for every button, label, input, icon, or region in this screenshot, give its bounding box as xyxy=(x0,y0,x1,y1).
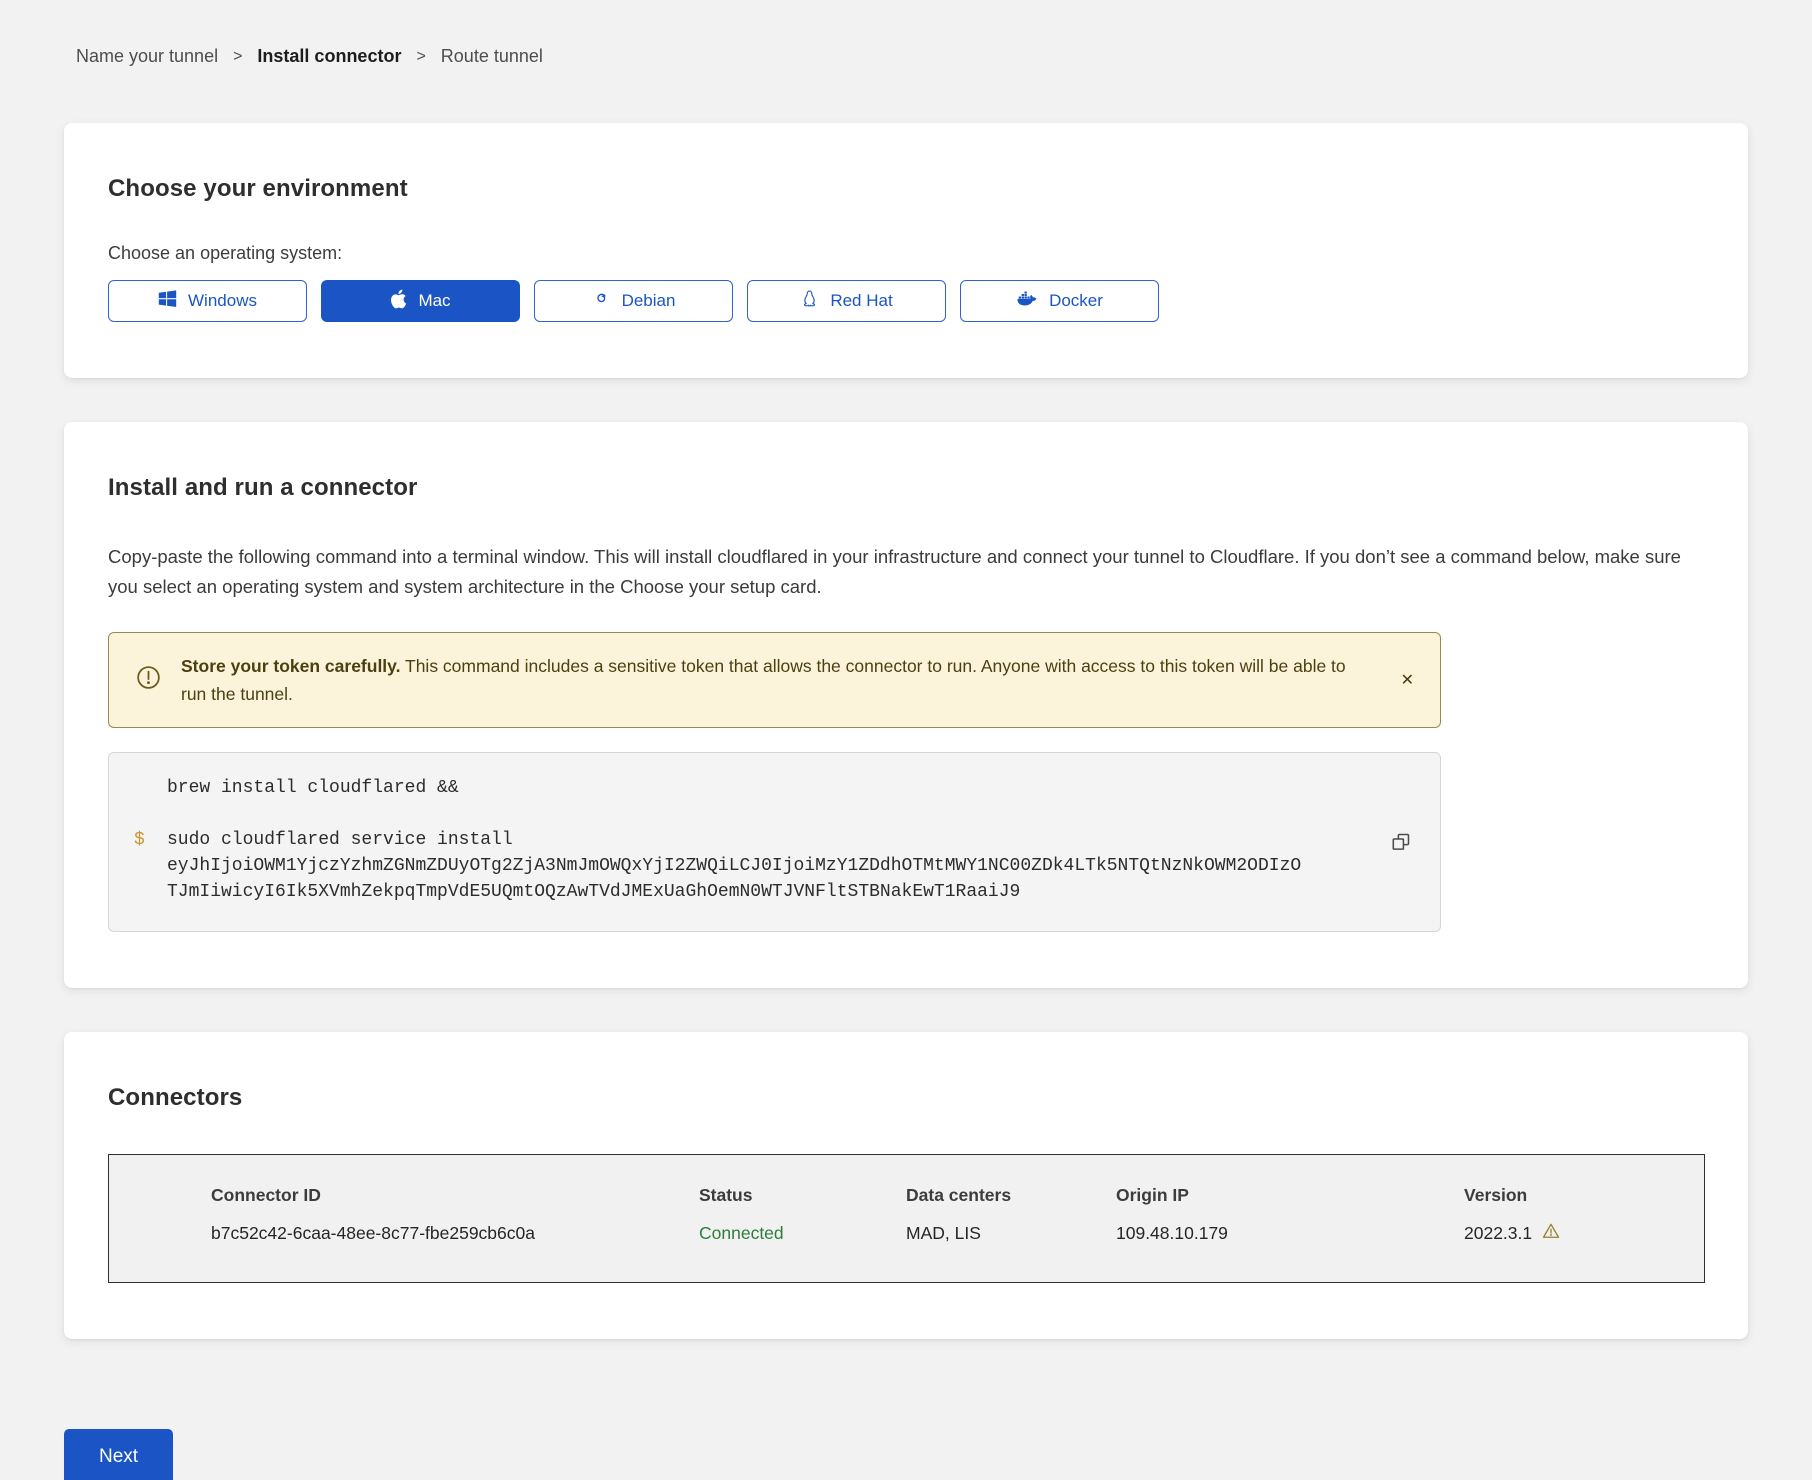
os-button-mac[interactable]: Mac xyxy=(321,280,520,322)
breadcrumb-step-route-tunnel[interactable]: Route tunnel xyxy=(441,46,543,67)
version-number: 2022.3.1 xyxy=(1464,1223,1532,1244)
token-warning-banner: Store your token carefully. This command… xyxy=(108,632,1441,728)
connector-id-header: Connector ID xyxy=(211,1185,699,1206)
debian-swirl-icon xyxy=(592,289,611,313)
environment-card: Choose your environment Choose an operat… xyxy=(64,123,1748,378)
version-warning-icon[interactable] xyxy=(1541,1221,1561,1246)
docker-whale-icon xyxy=(1016,290,1038,313)
connector-card-title: Install and run a connector xyxy=(108,474,1704,502)
copy-command-button[interactable] xyxy=(1388,829,1414,855)
breadcrumb-separator: > xyxy=(233,48,242,66)
status-header: Status xyxy=(699,1185,906,1206)
version-header: Version xyxy=(1464,1185,1684,1206)
code-line-sudo: sudo cloudflared service install eyJhIjo… xyxy=(167,827,1301,905)
code-blank-line xyxy=(134,801,1360,827)
breadcrumb-step-install-connector[interactable]: Install connector xyxy=(257,46,401,67)
breadcrumb: Name your tunnel > Install connector > R… xyxy=(76,46,1748,67)
shell-prompt: $ xyxy=(134,827,167,905)
tunnel-setup-page: Name your tunnel > Install connector > R… xyxy=(0,0,1812,1480)
install-command-block: brew install cloudflared && $ sudo cloud… xyxy=(108,752,1441,932)
token-line-1: eyJhIjoiOWM1YjczYzhmZGNmZDUyOTg2ZjA3NmJm… xyxy=(167,853,1301,879)
apple-logo-icon xyxy=(390,289,407,314)
warning-circle-icon xyxy=(135,664,162,696)
data-centers-value: MAD, LIS xyxy=(906,1223,1116,1244)
os-button-docker[interactable]: Docker xyxy=(960,280,1159,322)
connectors-card: Connectors Connector ID Status Data cent… xyxy=(64,1032,1748,1339)
os-select-label: Choose an operating system: xyxy=(108,243,1704,264)
os-button-group: Windows Mac Debian Red Hat xyxy=(108,280,1704,322)
copy-icon xyxy=(1390,841,1412,856)
connector-id-value: b7c52c42-6caa-48ee-8c77-fbe259cb6c0a xyxy=(211,1223,699,1244)
environment-card-title: Choose your environment xyxy=(108,175,1704,203)
breadcrumb-separator: > xyxy=(416,48,425,66)
os-button-redhat[interactable]: Red Hat xyxy=(747,280,946,322)
warning-bold-text: Store your token carefully. xyxy=(181,656,400,676)
warning-message: Store your token carefully. This command… xyxy=(181,652,1346,708)
os-button-label: Debian xyxy=(622,291,676,311)
os-button-debian[interactable]: Debian xyxy=(534,280,733,322)
connector-card: Install and run a connector Copy-paste t… xyxy=(64,422,1748,988)
close-icon: ✕ xyxy=(1401,670,1414,689)
origin-ip-header: Origin IP xyxy=(1116,1185,1464,1206)
data-centers-header: Data centers xyxy=(906,1185,1116,1206)
connector-instructions: Copy-paste the following command into a … xyxy=(108,542,1704,602)
token-line-2: TJmIiwicyI6Ik5XVmhZekpqTmpVdE5UQmtOQzAwT… xyxy=(167,879,1301,905)
code-gutter xyxy=(134,775,167,801)
windows-logo-icon xyxy=(158,289,177,313)
os-button-label: Mac xyxy=(418,291,450,311)
status-value: Connected xyxy=(699,1223,906,1244)
os-button-label: Windows xyxy=(188,291,257,311)
connectors-table: Connector ID Status Data centers Origin … xyxy=(108,1154,1705,1283)
breadcrumb-step-name-your-tunnel[interactable]: Name your tunnel xyxy=(76,46,218,67)
version-value: 2022.3.1 xyxy=(1464,1221,1684,1246)
os-button-windows[interactable]: Windows xyxy=(108,280,307,322)
os-button-label: Docker xyxy=(1049,291,1103,311)
sudo-command-text: sudo cloudflared service install xyxy=(167,830,513,850)
dismiss-warning-button[interactable]: ✕ xyxy=(1397,668,1418,692)
next-button[interactable]: Next xyxy=(64,1429,173,1480)
os-button-label: Red Hat xyxy=(830,291,892,311)
connectors-card-title: Connectors xyxy=(108,1084,1704,1112)
linux-penguin-icon xyxy=(800,289,819,313)
code-line-brew: brew install cloudflared && xyxy=(167,775,459,801)
origin-ip-value: 109.48.10.179 xyxy=(1116,1223,1464,1244)
